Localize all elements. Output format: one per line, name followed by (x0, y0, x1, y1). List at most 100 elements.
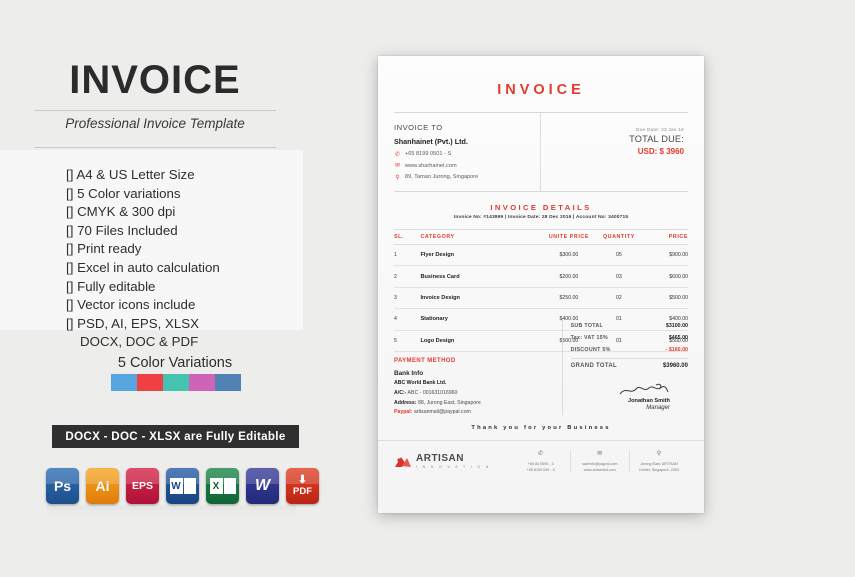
editable-badge: DOCX - DOC - XLSX are Fully Editable (52, 425, 299, 448)
mail-icon: ✉ (597, 451, 603, 458)
cell-category: Business Card (420, 265, 541, 288)
cell-price: $600.00 (640, 265, 688, 288)
cell-sl: 1 (394, 244, 421, 267)
phone-icon: ✆ (394, 151, 401, 158)
bank-name: ABC World Bank Ltd. (394, 380, 447, 387)
swatch-3[interactable] (163, 374, 189, 391)
pdf-icon[interactable]: ⬇ PDF (286, 468, 319, 504)
footer-mail-column: ✉ saleinfo@paypal.com www.artisanbd.com (569, 450, 629, 474)
title-divider-bottom (34, 147, 276, 148)
invoice-lower-section: PAYMENT METHOD Bank Info ABC World Bank … (378, 319, 704, 416)
illustrator-icon-label: Ai (95, 478, 110, 494)
subtotal-label: SUB TOTAL (570, 322, 604, 329)
invoice-footer: ARTISAN I N N O V A T I O N ✆ +65 84 059… (378, 441, 704, 474)
cell-qty: 02 (596, 287, 641, 310)
total-row-grand: GRAND TOTAL $3960.00 (570, 358, 688, 372)
tax-label: Tax: VAT 15% (570, 335, 609, 342)
docx-glyph: W (169, 478, 196, 494)
xlsx-icon[interactable]: X (206, 468, 239, 504)
bank-account: A/C:- ABC - 001631016960 (394, 390, 554, 396)
download-arrow-icon: ⬇ (297, 474, 308, 487)
photoshop-icon[interactable]: Ps (46, 468, 79, 504)
contact-website: ✉ www.sharhainet.com (394, 162, 540, 170)
invoice-to-label: INVOICE TO (394, 123, 443, 132)
invoice-to-block: INVOICE TO Shanhainet (Pvt.) Ltd. ✆ +65 … (394, 113, 541, 191)
payment-method-title: PAYMENT METHOD (394, 357, 456, 364)
eps-icon[interactable]: EPS (126, 468, 159, 504)
discount-label: DISCOUNT 5% (570, 347, 611, 354)
contact-website-text[interactable]: www.sharhainet.com (405, 163, 457, 169)
contact-address: ⚲ 89, Taman Jurong, Singapore (394, 174, 540, 181)
invoice-header-row: INVOICE TO Shanhainet (Pvt.) Ltd. ✆ +65 … (378, 113, 704, 191)
contact-phone: ✆ +65 8199 0501 - S (394, 151, 540, 158)
eps-icon-label: EPS (131, 479, 153, 492)
table-row: 2 Business Card $200.00 03 $600.00 (394, 265, 688, 288)
xlsx-glyph: X (209, 478, 236, 494)
list-item: [] Print ready (66, 241, 142, 257)
logo-text: ARTISAN I N N O V A T I O N (416, 454, 491, 469)
totals-block: SUB TOTAL $3100.00 Tax: VAT 15% $465.00 … (561, 319, 688, 416)
location-icon: ⚲ (395, 174, 400, 181)
cell-unit: $200.00 (540, 265, 597, 288)
feature-list: [] A4 & US Letter Size [] 5 Color variat… (66, 166, 316, 352)
paypal-line: Paypal: artisanmail@paypal.com (394, 409, 554, 415)
list-item: [] A4 & US Letter Size (66, 167, 195, 182)
docx-page-lines (183, 478, 196, 494)
phone-icon: ✆ (538, 451, 544, 458)
total-row-subtotal: SUB TOTAL $3100.00 (571, 320, 688, 332)
logo-name: ARTISAN (416, 453, 464, 465)
word-icon[interactable]: W (246, 468, 279, 504)
list-item-continuation: DOCX, DOC & PDF (80, 334, 199, 350)
discount-value: - $160.00 (665, 347, 688, 354)
location-icon: ⚲ (656, 451, 662, 458)
swatch-2[interactable] (137, 374, 163, 391)
footer-contact-columns: ✆ +65 84 0590 - 3 +65 8190 049 - 5 ✉ sal… (512, 450, 688, 474)
total-due-label: TOTAL DUE: (629, 134, 684, 144)
cell-price: $500.00 (640, 287, 688, 310)
footer-address-column: ⚲ Jurong East, ARTISAN Center, Singapore… (628, 450, 688, 474)
total-row-discount: DISCOUNT 5% - $160.00 (571, 344, 688, 356)
page-title: INVOICE (69, 58, 241, 102)
cell-sl: 2 (394, 265, 421, 288)
total-row-tax: Tax: VAT 15% $465.00 (571, 332, 688, 344)
list-item: [] Fully editable (66, 278, 156, 294)
bank-account-label: A/C:- (394, 390, 407, 397)
list-item: [] CMYK & 300 dpi (66, 204, 176, 220)
swatch-5[interactable] (215, 374, 241, 391)
column-unit-price: UNITE PRICE (540, 229, 597, 245)
invoice-sheet: INVOICE INVOICE TO Shanhainet (Pvt.) Ltd… (378, 56, 704, 513)
cell-sl: 4 (394, 308, 421, 331)
thank-you-note: Thank you for your Business (471, 425, 611, 432)
contact-phone-text: +65 8199 0501 - S (405, 151, 452, 157)
cell-unit: $300.00 (540, 244, 597, 267)
company-logo: ARTISAN I N N O V A T I O N (394, 454, 512, 469)
mail-icon: ✉ (394, 163, 401, 169)
tax-value: $465.00 (668, 335, 688, 342)
docx-icon[interactable]: W (166, 468, 199, 504)
contact-address-text: 89, Taman Jurong, Singapore (405, 174, 479, 180)
list-item: [] Vector icons include (66, 297, 196, 313)
payment-method-block: PAYMENT METHOD Bank Info ABC World Bank … (394, 358, 562, 415)
list-item: [] Excel in auto calculation (66, 259, 220, 275)
invoice-heading: INVOICE (497, 82, 585, 98)
swatch-4[interactable] (189, 374, 215, 391)
signature-name: Jonathan Smith (628, 397, 670, 404)
swatch-1[interactable] (111, 374, 137, 391)
docx-icon-label: W (169, 478, 183, 494)
illustrator-icon[interactable]: Ai (86, 468, 119, 504)
photoshop-icon-label: Ps (53, 478, 72, 494)
column-quantity: QUANTITY (596, 229, 641, 245)
column-category: CATEGORY (420, 229, 541, 245)
footer-mail-line2[interactable]: www.artisanbd.com (574, 468, 626, 474)
cell-qty: 05 (596, 244, 641, 267)
footer-phone-line2: +65 8190 049 - 5 (526, 467, 555, 472)
logo-tagline: I N N O V A T I O N (416, 465, 491, 470)
paypal-value[interactable]: artisanmail@paypal.com (414, 409, 471, 415)
title-block: INVOICE Professional Invoice Template (0, 60, 310, 148)
client-name: Shanhainet (Pvt.) Ltd. (394, 137, 468, 146)
word-icon-label: W (254, 477, 271, 494)
total-due-block: Due Date: 23 Jan 16 TOTAL DUE: USD: $ 39… (541, 113, 688, 191)
pdf-glyph: ⬇ PDF (293, 475, 312, 497)
total-due-value: USD: $ 3960 (637, 147, 684, 156)
list-item: [] 5 Color variations (66, 185, 181, 201)
